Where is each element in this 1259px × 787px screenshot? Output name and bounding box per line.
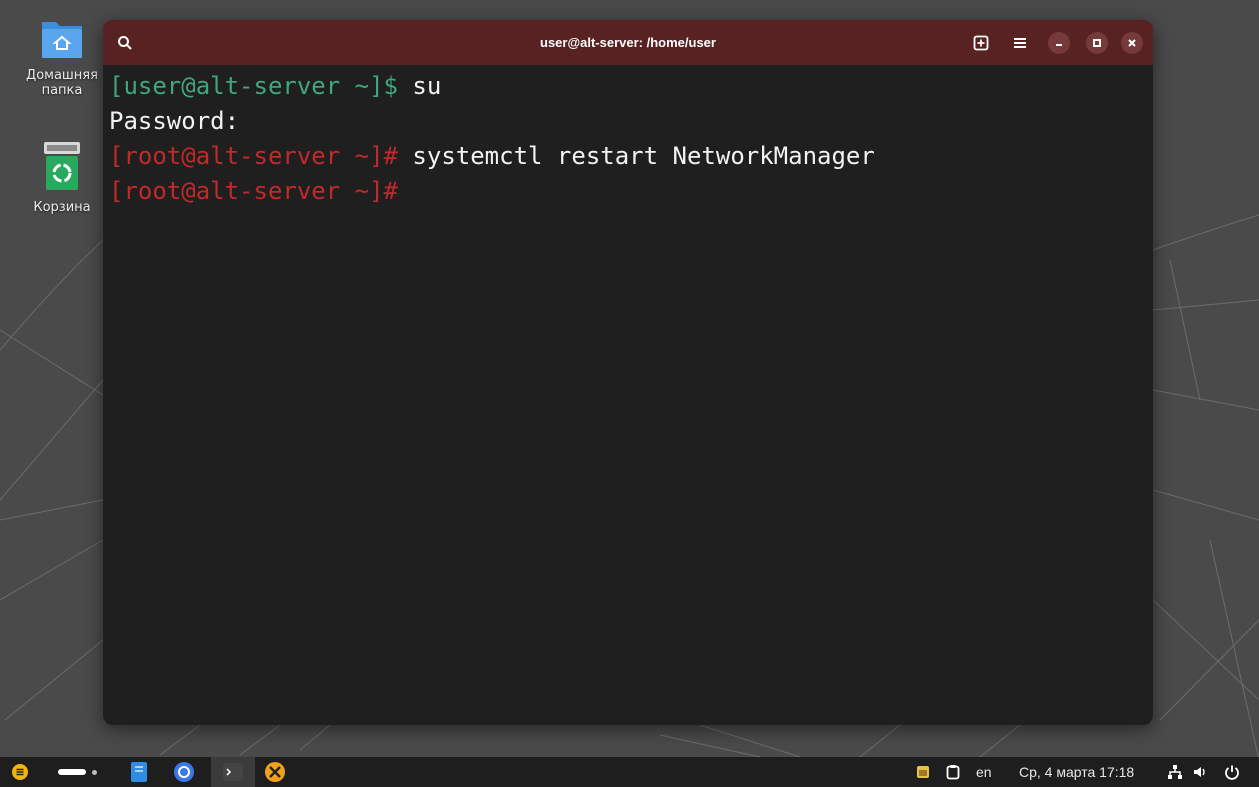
terminal-launcher[interactable]: [211, 757, 255, 787]
clipboard-icon: [946, 765, 960, 780]
terminal-output[interactable]: [user@alt-server ~]$ su Password: [root@al…: [103, 65, 1153, 209]
minimize-icon: [1056, 44, 1062, 46]
shell-prompt: [user@alt-server ~]$: [109, 72, 398, 100]
shell-prompt: [root@alt-server ~]#: [109, 177, 398, 205]
browser-launcher[interactable]: [173, 761, 195, 783]
desktop-icon-trash[interactable]: Корзина: [22, 138, 102, 215]
maximize-button[interactable]: [1085, 31, 1109, 55]
notes-tray-button[interactable]: [916, 765, 930, 779]
network-tray-button[interactable]: [1167, 764, 1183, 780]
volume-icon: [1194, 767, 1205, 777]
terminal-line: [root@alt-server ~]#: [109, 174, 1153, 209]
clipboard-tray-button[interactable]: [946, 764, 960, 780]
clock[interactable]: Ср, 4 марта 17:18: [1019, 764, 1134, 780]
maximize-icon: [1093, 39, 1101, 47]
power-tray-button[interactable]: [1224, 764, 1240, 780]
workspace-indicator[interactable]: [58, 769, 97, 775]
terminal-line: Password:: [109, 104, 1153, 139]
shell-command: su: [397, 72, 442, 100]
shell-prompt: [root@alt-server ~]#: [109, 142, 398, 170]
desktop-icon-home-label: Домашняя папка: [26, 68, 98, 98]
file-manager-launcher[interactable]: [130, 761, 148, 783]
network-icon: [1168, 765, 1182, 779]
shell-output: Password:: [109, 107, 240, 135]
new-tab-button[interactable]: [969, 31, 993, 55]
shell-command: systemctl restart NetworkManager: [397, 142, 875, 170]
minimize-button[interactable]: [1047, 31, 1071, 55]
volume-tray-button[interactable]: [1192, 764, 1208, 780]
search-icon: [118, 36, 132, 50]
desktop-icon-trash-label: Корзина: [33, 200, 91, 215]
menu-icon: [12, 764, 28, 780]
terminal-title: user@alt-server: /home/user: [540, 35, 716, 50]
terminal-window[interactable]: user@alt-server: /home/user [user@alt-se…: [103, 20, 1153, 725]
settings-tools-icon: [265, 762, 285, 782]
trash-icon: [44, 142, 80, 190]
power-icon: [1225, 765, 1239, 780]
terminal-icon: [223, 763, 243, 781]
taskbar: en Ср, 4 марта 17:18: [0, 757, 1259, 787]
terminal-line: [root@alt-server ~]# systemctl restart N…: [109, 139, 1153, 174]
new-tab-icon: [973, 35, 989, 51]
desktop-icon-home[interactable]: Домашняя папка: [22, 16, 102, 98]
app-menu-button[interactable]: [12, 764, 28, 780]
home-folder-icon: [42, 22, 82, 58]
chromium-icon: [174, 762, 194, 782]
file-manager-icon: [131, 762, 147, 782]
terminal-titlebar[interactable]: user@alt-server: /home/user: [103, 20, 1153, 65]
close-button[interactable]: [1120, 31, 1144, 55]
close-icon: [1128, 39, 1136, 47]
menu-button[interactable]: [1008, 31, 1032, 55]
notes-icon: [917, 766, 929, 778]
search-button[interactable]: [113, 31, 137, 55]
settings-launcher[interactable]: [264, 761, 286, 783]
terminal-line: [user@alt-server ~]$ su: [109, 69, 1153, 104]
keyboard-layout[interactable]: en: [976, 764, 992, 780]
menu-icon: [1014, 38, 1026, 48]
